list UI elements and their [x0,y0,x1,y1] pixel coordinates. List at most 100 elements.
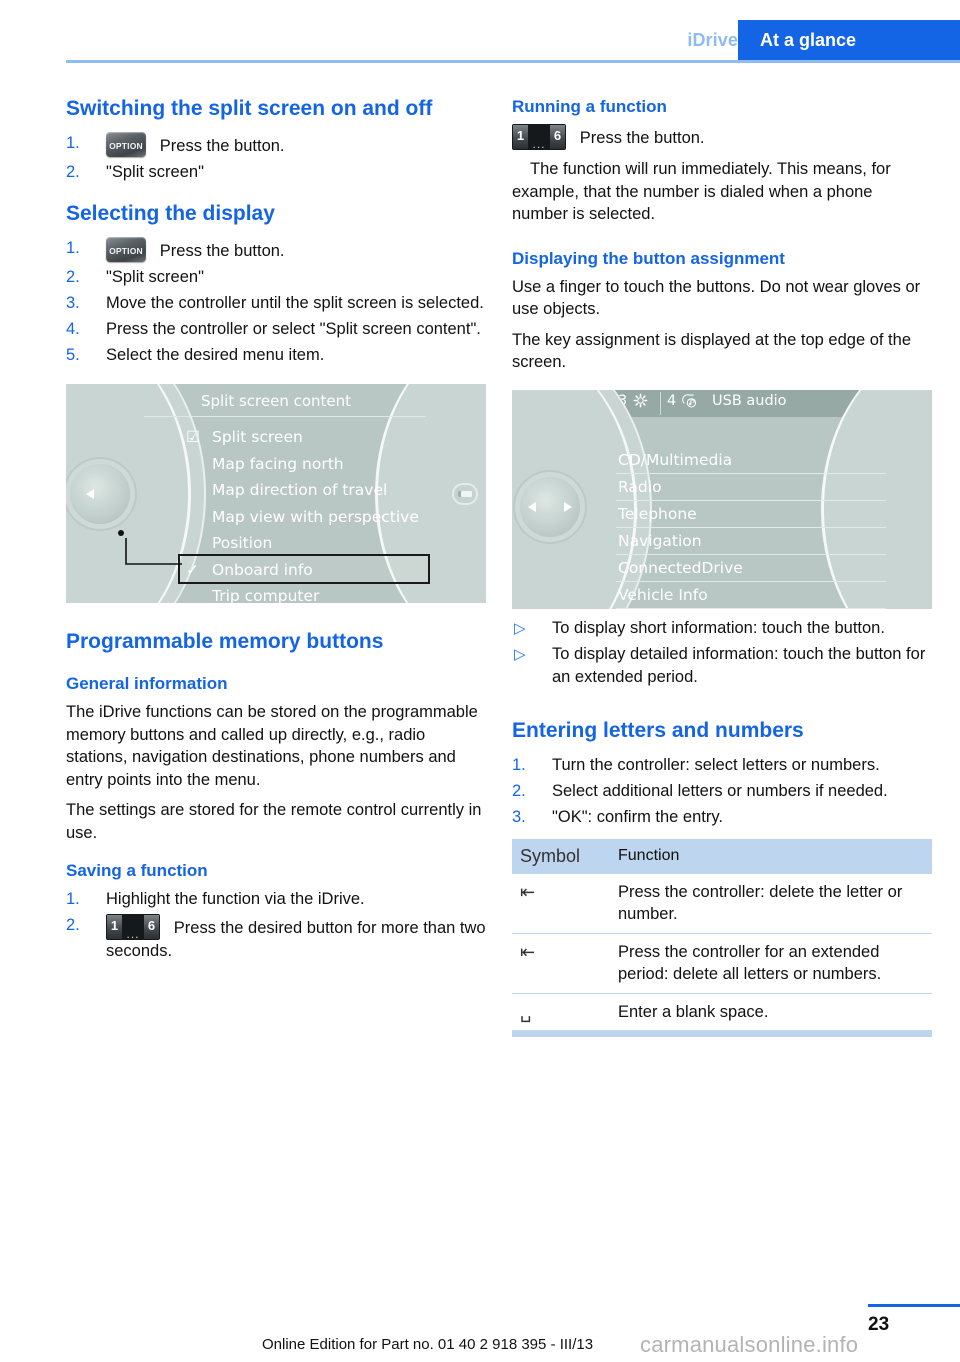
symbol-function-table: Symbol Function ⇤ Press the controller: … [512,838,932,1031]
step-number: 3. [512,807,526,826]
memory-button-1-label: 1 [513,125,528,149]
steps-entering-letters: 1. Turn the controller: select letters o… [512,754,932,829]
table-cell-function: Enter a blank space. [618,1002,769,1021]
figure-menu-list: CD/Multimedia Radio Telephone Navigation… [616,447,886,609]
list-item: ☑ Split screen [186,424,446,451]
paragraph-run-function: The function will run immediately. This … [512,160,891,223]
list-item: 2. Select additional letters or numbers … [512,780,932,803]
table-header-row: Symbol Function [512,838,932,874]
topbar-number-4: 4 [667,392,677,409]
list-item: Map view with perspective [186,504,446,531]
footer-edition-text: Online Edition for Part no. 01 40 2 918 … [262,1336,594,1353]
ellipsis-icon: ... [532,137,546,150]
column-header-function: Function [610,838,932,874]
controller-knob-graphic [512,476,580,537]
page-footer: 23 Online Edition for Part no. 01 40 2 9… [0,1296,960,1362]
topbar-divider [660,391,661,415]
paragraph-remote-control: The settings are stored for the remote c… [66,801,482,842]
step-text: "Split screen" [106,268,204,286]
figure-title: Split screen content [200,392,352,410]
list-item: 1. OPTION Press the button. [66,237,486,263]
step-number: 1. [66,134,80,152]
callout-leader-line [125,538,182,565]
list-item: ▷ To display short information: touch th… [512,617,932,640]
footer-divider [868,1304,960,1307]
list-item: ConnectedDrive [616,553,886,581]
list-item: 4. Press the controller or select "Split… [66,318,486,341]
list-item-label: Map view with perspective [212,507,419,526]
heading-selecting-display: Selecting the display [66,202,275,225]
header-chapter: iDrive [687,30,738,50]
table-cell-function: Press the controller for an extended per… [610,933,932,994]
step-text: Press the controller or select "Split sc… [106,320,481,338]
list-item: 3. "OK": confirm the entry. [512,806,932,829]
list-item: Navigation [616,526,886,554]
memory-buttons-icon: 1 ... 6 [512,124,566,150]
step-number: 5. [66,346,80,364]
heading-displaying-button-assignment: Displaying the button assignment [512,248,785,268]
triangle-bullet-icon: ▷ [514,619,526,637]
step-number: 1. [512,755,526,774]
ellipsis-icon: ... [126,927,140,940]
table-cell-function: Press the controller: delete the letter … [610,873,932,934]
figure-title-divider [144,416,426,417]
list-item: Vehicle Info [616,580,886,608]
gear-icon [633,393,648,407]
list-item-label: Position [212,534,273,552]
run-icon-text: Press the button. [579,129,705,147]
controller-knob-graphic [66,463,130,524]
memory-button-1-label: 1 [107,915,122,939]
step-text: Highlight the function via the iDrive. [106,890,365,908]
bullet-text: To display detailed information: touch t… [552,644,926,686]
list-item: Position [186,530,446,557]
list-item: 1. OPTION Press the button. [66,132,486,158]
step-text: Press the button. [159,242,285,260]
callout-dot [118,530,124,536]
list-item: Telephone [616,499,886,527]
arrow-left-icon [86,488,94,499]
step-number: 1. [66,239,80,257]
step-text: "OK": confirm the entry. [552,807,723,826]
paragraph-general-info: The iDrive functions can be stored on th… [66,703,478,789]
steps-switching-split-screen: 1. OPTION Press the button. 2. "Split sc… [66,132,486,184]
option-button-icon: OPTION [106,132,146,157]
heading-running-a-function: Running a function [512,97,667,116]
heading-switching-split-screen: Switching the split screen on and off [66,97,433,120]
memory-buttons-icon: 1 ... 6 [106,914,160,940]
header-divider [66,60,960,63]
step-number: 1. [66,890,80,908]
selection-highlight-box [178,554,430,584]
arrow-right-icon [564,501,572,512]
list-item-label: Trip computer [212,587,320,603]
figure-body: CD/Multimedia Radio Telephone Navigation… [512,389,932,609]
list-item: Trip computer [186,583,446,603]
step-text: Turn the controller: select letters or n… [552,755,880,774]
paragraph-run-function-icon-line: 1 ... 6 Press the button. [512,124,932,150]
step-text: Move the controller until the split scre… [106,294,484,312]
header-section-label: At a glance [760,30,857,50]
table-row: ␣ Enter a blank space. [512,993,932,1030]
left-column: Switching the split screen on and off 1.… [66,96,486,966]
table-row: ⇤ Press the controller for an extended p… [512,933,932,994]
step-text: Select the desired menu item. [106,346,325,364]
triangle-bullet-icon: ▷ [514,645,526,663]
step-number: 2. [66,916,80,934]
backspace-icon: ⇤ [512,933,610,994]
arrow-left-icon [528,501,536,512]
step-number: 2. [66,268,80,286]
step-text: Press the desired button for more than t… [106,919,486,960]
step-number: 2. [512,781,526,800]
page-number: 23 [868,1314,890,1335]
list-item: 2. 1 ... 6 Press the desired button for … [66,914,486,963]
heading-general-information: General information [66,674,228,693]
step-number: 4. [66,320,80,338]
checkbox-checked-icon: ☑ [186,428,200,446]
option-button-icon: OPTION [106,237,146,262]
backspace-icon: ⇤ [512,873,610,934]
heading-entering-letters-and-numbers: Entering letters and numbers [512,718,804,742]
right-column: Running a function 1 ... 6 Press the but… [512,96,932,1037]
column-header-symbol: Symbol [512,838,610,874]
list-item: Map direction of travel [186,477,446,504]
list-item: CD/Multimedia [618,450,733,469]
header-section: At a glance [738,20,960,60]
